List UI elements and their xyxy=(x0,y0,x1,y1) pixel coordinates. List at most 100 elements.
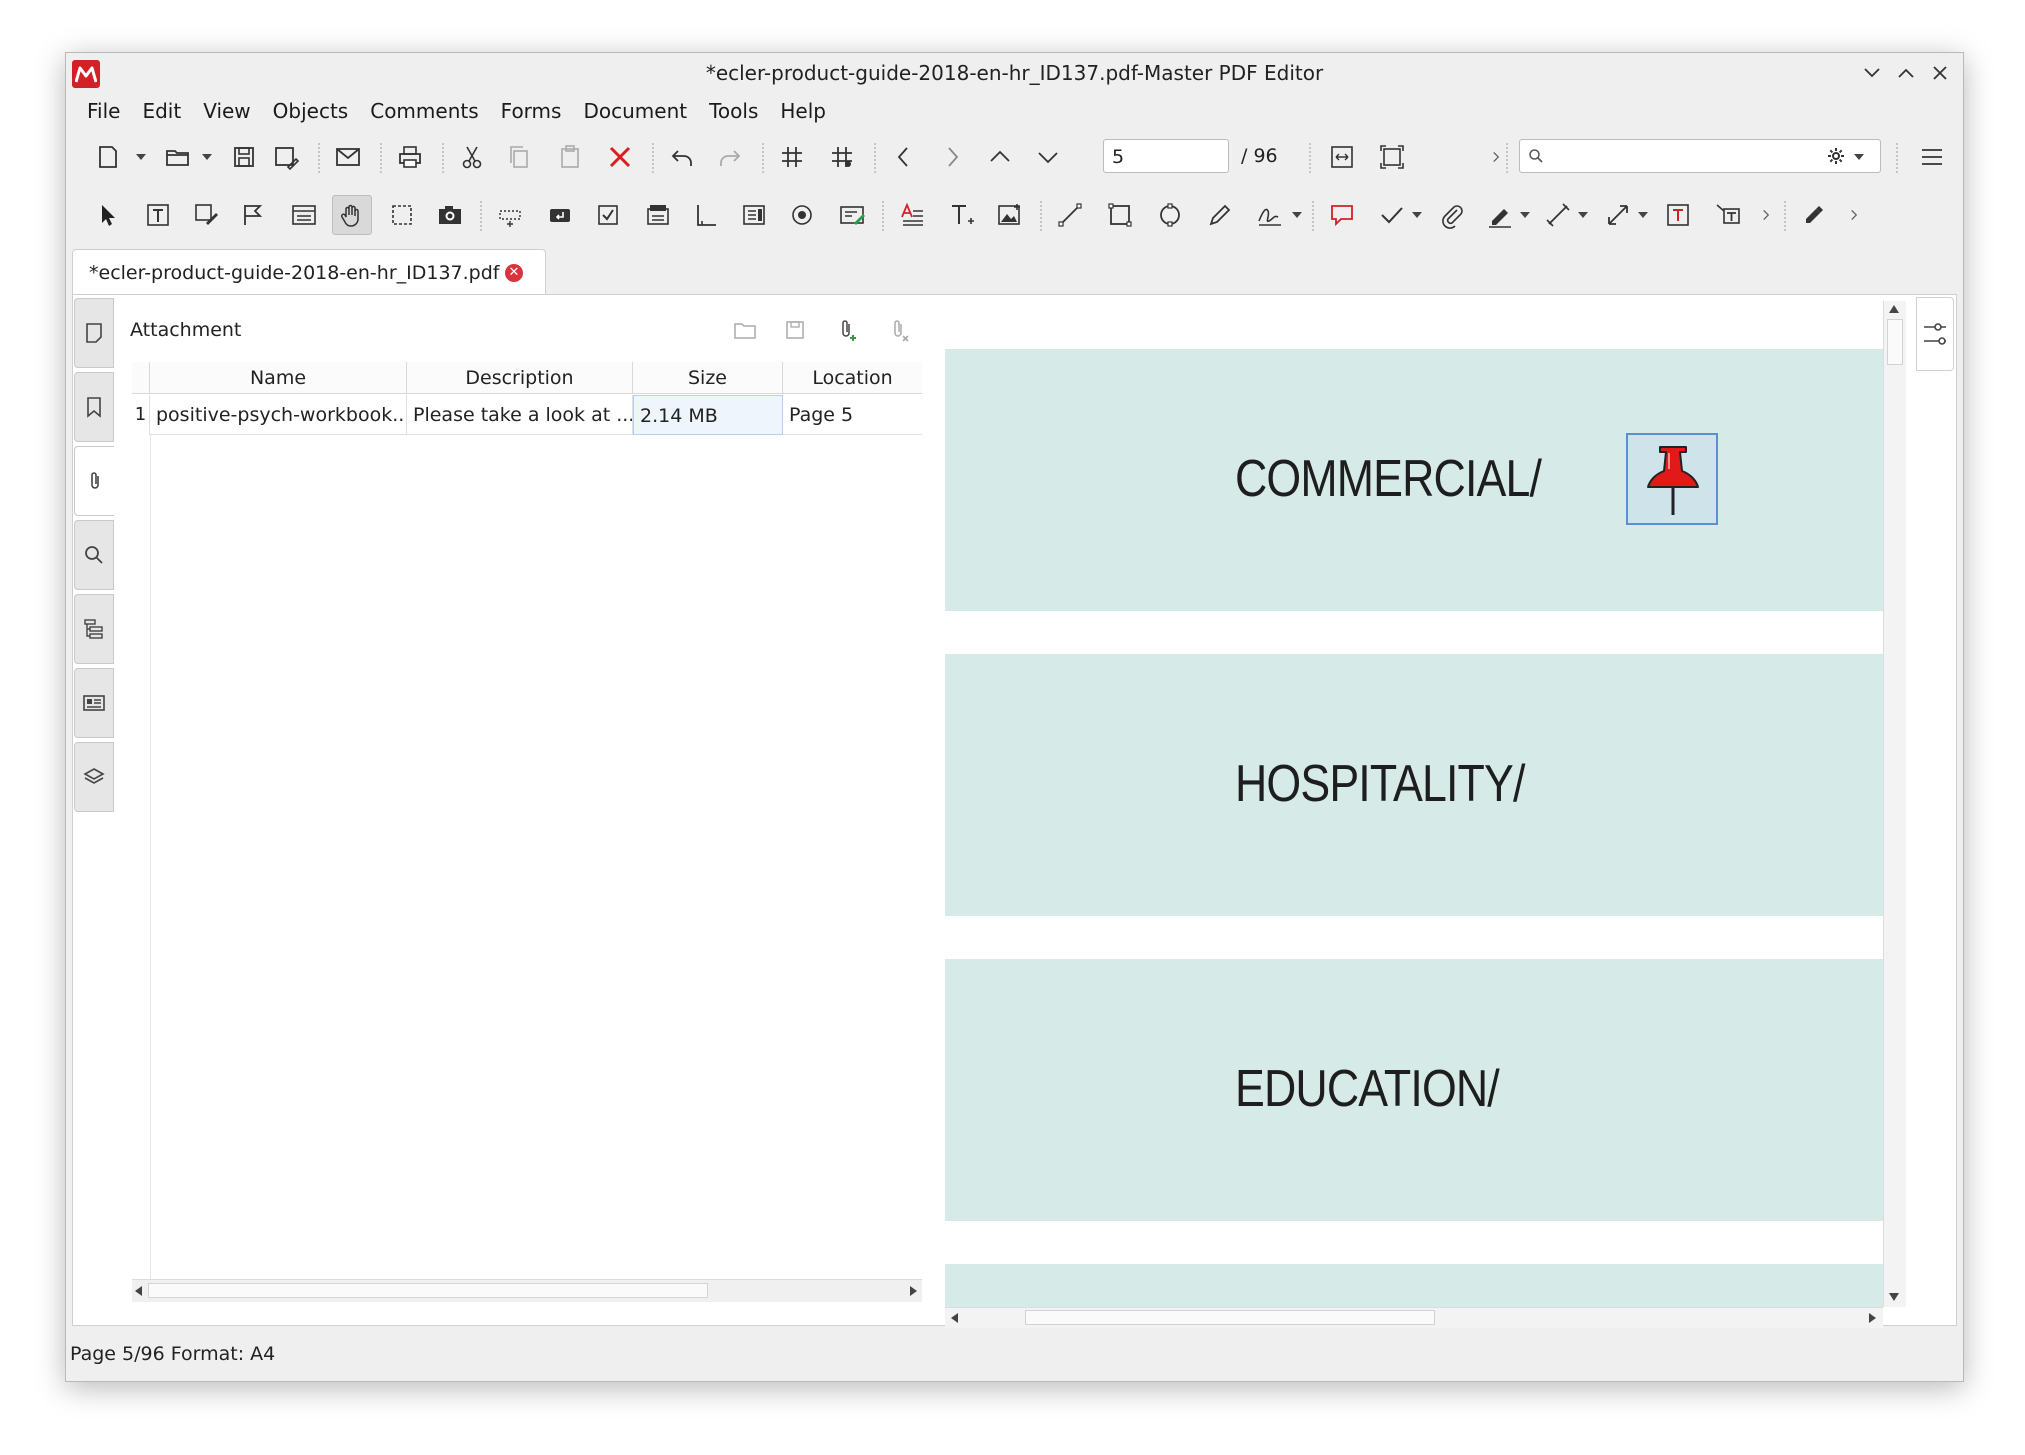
text-field-tool[interactable] xyxy=(490,195,530,235)
attachment-location-cell[interactable]: Page 5 xyxy=(783,395,922,435)
line-tool[interactable] xyxy=(1050,195,1090,235)
previous-page-button[interactable] xyxy=(980,137,1020,177)
menu-view[interactable]: View xyxy=(192,93,261,129)
save-as-button[interactable] xyxy=(266,137,306,177)
callout-tool[interactable] xyxy=(1708,195,1748,235)
attachment-description-cell[interactable]: Please take a look at ... xyxy=(407,395,633,435)
delete-button[interactable] xyxy=(600,137,640,177)
attachments-tab[interactable] xyxy=(74,446,114,516)
open-attachment-icon[interactable] xyxy=(730,315,760,345)
print-button[interactable] xyxy=(390,137,430,177)
layers-tab[interactable] xyxy=(74,742,114,812)
check-mark-tool[interactable] xyxy=(1372,195,1412,235)
fit-width-button[interactable] xyxy=(1322,137,1362,177)
button-field-tool[interactable] xyxy=(540,195,580,235)
hand-tool[interactable] xyxy=(332,195,372,235)
list-box-field-tool[interactable] xyxy=(734,195,774,235)
scrollbar-thumb[interactable] xyxy=(148,1283,708,1298)
eraser-tool[interactable] xyxy=(1794,195,1834,235)
table-header-size[interactable]: Size xyxy=(633,362,783,394)
chevron-down-icon[interactable] xyxy=(1576,195,1590,235)
properties-panel-toggle[interactable] xyxy=(1916,297,1954,371)
pdf-horizontal-scrollbar[interactable] xyxy=(945,1307,1883,1328)
attach-file-tool[interactable] xyxy=(1432,195,1472,235)
copy-button[interactable] xyxy=(500,137,540,177)
toolbar-overflow-icon[interactable] xyxy=(1476,137,1516,177)
open-folder-button[interactable] xyxy=(158,137,198,177)
add-text-tool[interactable] xyxy=(942,195,982,235)
next-view-button[interactable] xyxy=(932,137,972,177)
sign-tool[interactable] xyxy=(1250,195,1290,235)
snapshot-camera-tool[interactable] xyxy=(430,195,470,235)
combobox-field-tool[interactable] xyxy=(638,195,678,235)
edit-text-tool[interactable] xyxy=(138,195,178,235)
toolbar-overflow-icon[interactable] xyxy=(1746,195,1786,235)
edit-object-tool[interactable] xyxy=(186,195,226,235)
email-button[interactable] xyxy=(328,137,368,177)
radio-button-tool[interactable] xyxy=(782,195,822,235)
chevron-down-icon[interactable] xyxy=(1290,195,1304,235)
chevron-down-icon[interactable] xyxy=(134,137,148,177)
menu-edit[interactable]: Edit xyxy=(131,93,192,129)
pencil-tool[interactable] xyxy=(1200,195,1240,235)
ellipse-tool[interactable] xyxy=(1150,195,1190,235)
signatures-tab[interactable] xyxy=(74,668,114,738)
attachment-size-cell[interactable]: 2.14 MB xyxy=(633,395,783,435)
hamburger-menu-button[interactable] xyxy=(1912,137,1952,177)
previous-view-button[interactable] xyxy=(884,137,924,177)
undo-button[interactable] xyxy=(662,137,702,177)
checkbox-field-tool[interactable] xyxy=(588,195,628,235)
attachments-horizontal-scrollbar[interactable] xyxy=(132,1279,922,1302)
form-fill-tool[interactable] xyxy=(832,195,872,235)
select-area-tool[interactable] xyxy=(382,195,422,235)
menu-document[interactable]: Document xyxy=(572,93,698,129)
comment-note-tool[interactable] xyxy=(1322,195,1362,235)
new-document-button[interactable] xyxy=(88,137,128,177)
menu-forms[interactable]: Forms xyxy=(490,93,573,129)
chevron-down-icon[interactable] xyxy=(1518,195,1532,235)
scrollbar-thumb[interactable] xyxy=(1025,1310,1435,1325)
table-header-location[interactable]: Location xyxy=(783,362,922,394)
toolbar-overflow-icon[interactable] xyxy=(1834,195,1874,235)
bookmarks-tab[interactable] xyxy=(74,372,114,442)
search-input[interactable] xyxy=(1519,139,1881,173)
attachment-pin-annotation[interactable] xyxy=(1626,433,1718,525)
pdf-page-view[interactable]: COMMERCIAL/ HOSPITALITY/ EDUCATION/ xyxy=(945,301,1883,1307)
menu-help[interactable]: Help xyxy=(769,93,837,129)
close-tab-icon[interactable]: ✕ xyxy=(505,264,523,282)
snap-grid-button[interactable] xyxy=(822,137,862,177)
chevron-down-icon[interactable] xyxy=(1636,195,1650,235)
menu-objects[interactable]: Objects xyxy=(262,93,360,129)
maximize-button[interactable] xyxy=(1892,59,1920,87)
remove-attachment-icon[interactable] xyxy=(884,315,914,345)
chevron-down-icon[interactable] xyxy=(200,137,214,177)
add-attachment-icon[interactable] xyxy=(832,315,862,345)
add-image-tool[interactable] xyxy=(990,195,1030,235)
attachment-name-cell[interactable]: positive-psych-workbook... xyxy=(150,395,407,435)
text-format-tool[interactable] xyxy=(892,195,932,235)
redo-button[interactable] xyxy=(710,137,750,177)
edit-forms-tool[interactable] xyxy=(234,195,274,235)
pdf-vertical-scrollbar[interactable] xyxy=(1883,301,1906,1307)
menu-comments[interactable]: Comments xyxy=(359,93,489,129)
next-page-button[interactable] xyxy=(1028,137,1068,177)
form-list-tool[interactable] xyxy=(284,195,324,235)
save-button[interactable] xyxy=(224,137,264,177)
chevron-down-icon[interactable] xyxy=(1410,195,1424,235)
document-tab[interactable]: *ecler-product-guide-2018-en-hr_ID137.pd… xyxy=(72,249,546,295)
paste-button[interactable] xyxy=(550,137,590,177)
save-attachment-icon[interactable] xyxy=(780,315,810,345)
minimize-button[interactable] xyxy=(1858,59,1886,87)
table-header-name[interactable]: Name xyxy=(150,362,407,394)
pages-thumbnail-tab[interactable] xyxy=(74,298,114,368)
search-tab[interactable] xyxy=(74,520,114,590)
rectangle-tool[interactable] xyxy=(1100,195,1140,235)
scrollbar-thumb[interactable] xyxy=(1887,319,1903,365)
menu-file[interactable]: File xyxy=(76,93,131,129)
structure-tree-tab[interactable] xyxy=(74,594,114,664)
arrow-tool[interactable] xyxy=(1598,195,1638,235)
measure-line-tool[interactable] xyxy=(1538,195,1578,235)
text-box-tool[interactable] xyxy=(1658,195,1698,235)
grid-button[interactable] xyxy=(772,137,812,177)
select-arrow-tool[interactable] xyxy=(88,195,128,235)
